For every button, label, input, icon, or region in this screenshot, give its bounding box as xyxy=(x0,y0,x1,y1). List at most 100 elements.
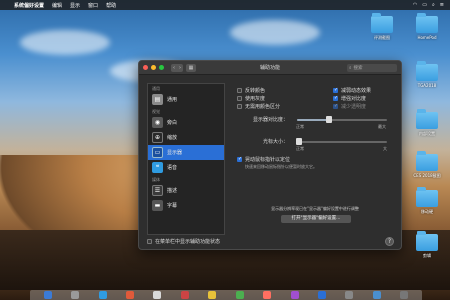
increase-contrast-checkbox[interactable] xyxy=(333,95,338,101)
sidebar-item-speech[interactable]: ❝ 语音 xyxy=(148,160,224,175)
shake-description: 快速来回移动鼠标指针以便暂时放大它。 xyxy=(245,164,317,169)
contrast-slider-fill xyxy=(297,119,329,121)
photos-icon[interactable] xyxy=(263,291,272,299)
show-all-button[interactable]: ▦ xyxy=(186,63,196,72)
reduce-motion-label: 减弱动态效果 xyxy=(341,88,372,94)
sidebar-item-descriptions[interactable]: ☰ 描述 xyxy=(148,183,224,198)
sidebar-item-label: 描述 xyxy=(167,188,178,194)
desktop-icon-label: 评测截图 xyxy=(374,35,390,40)
contrast-slider[interactable] xyxy=(297,116,387,123)
safari-icon[interactable] xyxy=(98,291,107,299)
zoom-button[interactable] xyxy=(159,65,164,70)
grayscale-option[interactable]: 使用灰度 xyxy=(237,95,265,102)
cursor-min-label: 正常 xyxy=(296,146,304,151)
menu-view[interactable]: 显示 xyxy=(70,2,80,9)
desktop-folder[interactable]: CES 2018截图 xyxy=(405,151,449,179)
desktop-folder[interactable]: 内部设置 xyxy=(405,109,449,137)
reduce-transparency-label: 减少透明度 xyxy=(341,104,367,110)
differentiate-option[interactable]: 无需用颜色区分 xyxy=(237,103,280,110)
contrast-label: 显示器对比度： xyxy=(253,117,289,123)
folder-icon xyxy=(416,61,438,81)
differentiate-checkbox[interactable] xyxy=(237,104,242,109)
menu-help[interactable]: 帮助 xyxy=(106,2,116,9)
battery-icon[interactable]: ▭ xyxy=(422,2,427,8)
list-icon[interactable]: ≡ xyxy=(440,2,444,8)
menu-window[interactable]: 窗口 xyxy=(88,2,98,9)
chrome-icon[interactable] xyxy=(125,291,134,299)
desktop-folder[interactable]: 剪辑 xyxy=(405,231,449,259)
help-button[interactable]: ? xyxy=(385,237,394,246)
sidebar-item-zoom[interactable]: ⊕ 缩放 xyxy=(148,130,224,145)
sidebar-item-general[interactable]: ▤ 通用 xyxy=(148,92,224,107)
folder-icon xyxy=(416,187,438,207)
wifi-icon[interactable]: ◠ xyxy=(413,2,417,8)
sidebar-item-label: 语音 xyxy=(167,165,178,171)
reduce-transparency-checkbox[interactable] xyxy=(333,103,338,109)
close-button[interactable] xyxy=(143,65,148,70)
reduce-motion-checkbox[interactable] xyxy=(333,87,338,93)
search-placeholder: 搜索 xyxy=(353,65,363,71)
contrast-min-label: 正常 xyxy=(296,124,304,129)
increase-contrast-option[interactable]: 增强对比度 xyxy=(333,95,366,102)
invert-colors-checkbox[interactable] xyxy=(237,88,242,93)
reduce-transparency-option[interactable]: 减少透明度 xyxy=(333,103,366,110)
finder-icon[interactable] xyxy=(43,291,52,299)
captions-icon: ▬ xyxy=(152,200,163,211)
display-resolution-notice: 显示器分辨率现已在"显示器"偏好设置中进行调整 xyxy=(271,206,359,211)
folder-icon xyxy=(416,231,438,251)
sidebar-item-label: 字幕 xyxy=(167,203,178,209)
desktop-folder[interactable]: 评测截图 xyxy=(360,13,404,41)
grayscale-checkbox[interactable] xyxy=(237,96,242,101)
general-icon: ▤ xyxy=(152,94,163,105)
cursor-size-slider-knob[interactable] xyxy=(295,138,302,145)
accessibility-window: ‹ › ▦ 辅助功能 ⌕ 搜索 通用 ▤ 通用 视觉 ◉ 旁白 ⊕ 缩放 ▭ 显… xyxy=(138,60,402,250)
messages-icon[interactable] xyxy=(235,291,244,299)
menu-app-name[interactable]: 系统偏好设置 xyxy=(14,2,44,9)
folder-icon[interactable] xyxy=(372,291,381,299)
launchpad-icon[interactable] xyxy=(71,291,80,299)
menu-edit[interactable]: 编辑 xyxy=(52,2,62,9)
reduce-motion-option[interactable]: 减弱动态效果 xyxy=(333,87,371,94)
forward-icon[interactable]: › xyxy=(177,64,183,72)
invert-colors-label: 反转颜色 xyxy=(245,88,266,94)
sidebar-item-label: 显示器 xyxy=(167,150,183,156)
desktop-folder[interactable]: HomePod xyxy=(405,13,449,40)
shake-to-locate-label: 晃动鼠标指针以定位 xyxy=(245,157,291,163)
sidebar-item-display[interactable]: ▭ 显示器 xyxy=(148,145,224,160)
cursor-size-slider[interactable] xyxy=(295,138,387,145)
desktop-icon-label: TGA2018 xyxy=(417,83,437,88)
descriptions-icon: ☰ xyxy=(152,185,163,196)
minimize-button[interactable] xyxy=(151,65,156,70)
contrast-slider-knob[interactable] xyxy=(325,116,332,123)
desktop-icon-label: 内部设置 xyxy=(419,131,435,136)
shake-to-locate-checkbox[interactable] xyxy=(237,156,242,162)
menu-bar: 系统偏好设置 编辑 显示 窗口 帮助 ◠ ▭ ⌕ ≡ xyxy=(0,0,450,10)
desktop-folder[interactable]: 移动硬 xyxy=(405,187,449,215)
settings-icon[interactable] xyxy=(345,291,354,299)
desktop-folder[interactable]: TGA2018 xyxy=(405,61,449,88)
menu-status-option[interactable]: 在菜单栏中显示辅助功能状态 xyxy=(147,238,220,245)
notes-icon[interactable] xyxy=(208,291,217,299)
search-spotlight-icon[interactable]: ⌕ xyxy=(432,2,435,8)
mail-icon[interactable] xyxy=(153,291,162,299)
sidebar-item-voiceover[interactable]: ◉ 旁白 xyxy=(148,115,224,130)
display-panel: 反转颜色 使用灰度 无需用颜色区分 减弱动态效果 增强对比度 减少透明度 显示器… xyxy=(233,83,397,235)
speech-icon: ❝ xyxy=(152,162,163,173)
sidebar-item-captions[interactable]: ▬ 字幕 xyxy=(148,198,224,213)
nav-buttons: ‹ › xyxy=(171,63,183,72)
open-display-preferences-button[interactable]: 打开"显示器"偏好设置... xyxy=(281,215,351,223)
desktop-icon-label: HomePod xyxy=(417,35,437,40)
invert-colors-option[interactable]: 反转颜色 xyxy=(237,87,265,94)
music-icon[interactable] xyxy=(290,291,299,299)
app-store-icon[interactable] xyxy=(317,291,326,299)
menu-status-checkbox[interactable] xyxy=(147,239,152,244)
section-media: 媒体 xyxy=(152,177,160,182)
increase-contrast-label: 增强对比度 xyxy=(341,96,367,102)
search-input[interactable]: ⌕ 搜索 xyxy=(347,63,397,72)
title-bar[interactable]: ‹ › ▦ 辅助功能 ⌕ 搜索 xyxy=(139,61,401,75)
trash-icon[interactable] xyxy=(400,291,409,299)
shake-to-locate-option[interactable]: 晃动鼠标指针以定位 xyxy=(237,156,290,163)
calendar-icon[interactable] xyxy=(180,291,189,299)
zoom-icon: ⊕ xyxy=(152,132,163,143)
display-icon: ▭ xyxy=(152,147,163,158)
